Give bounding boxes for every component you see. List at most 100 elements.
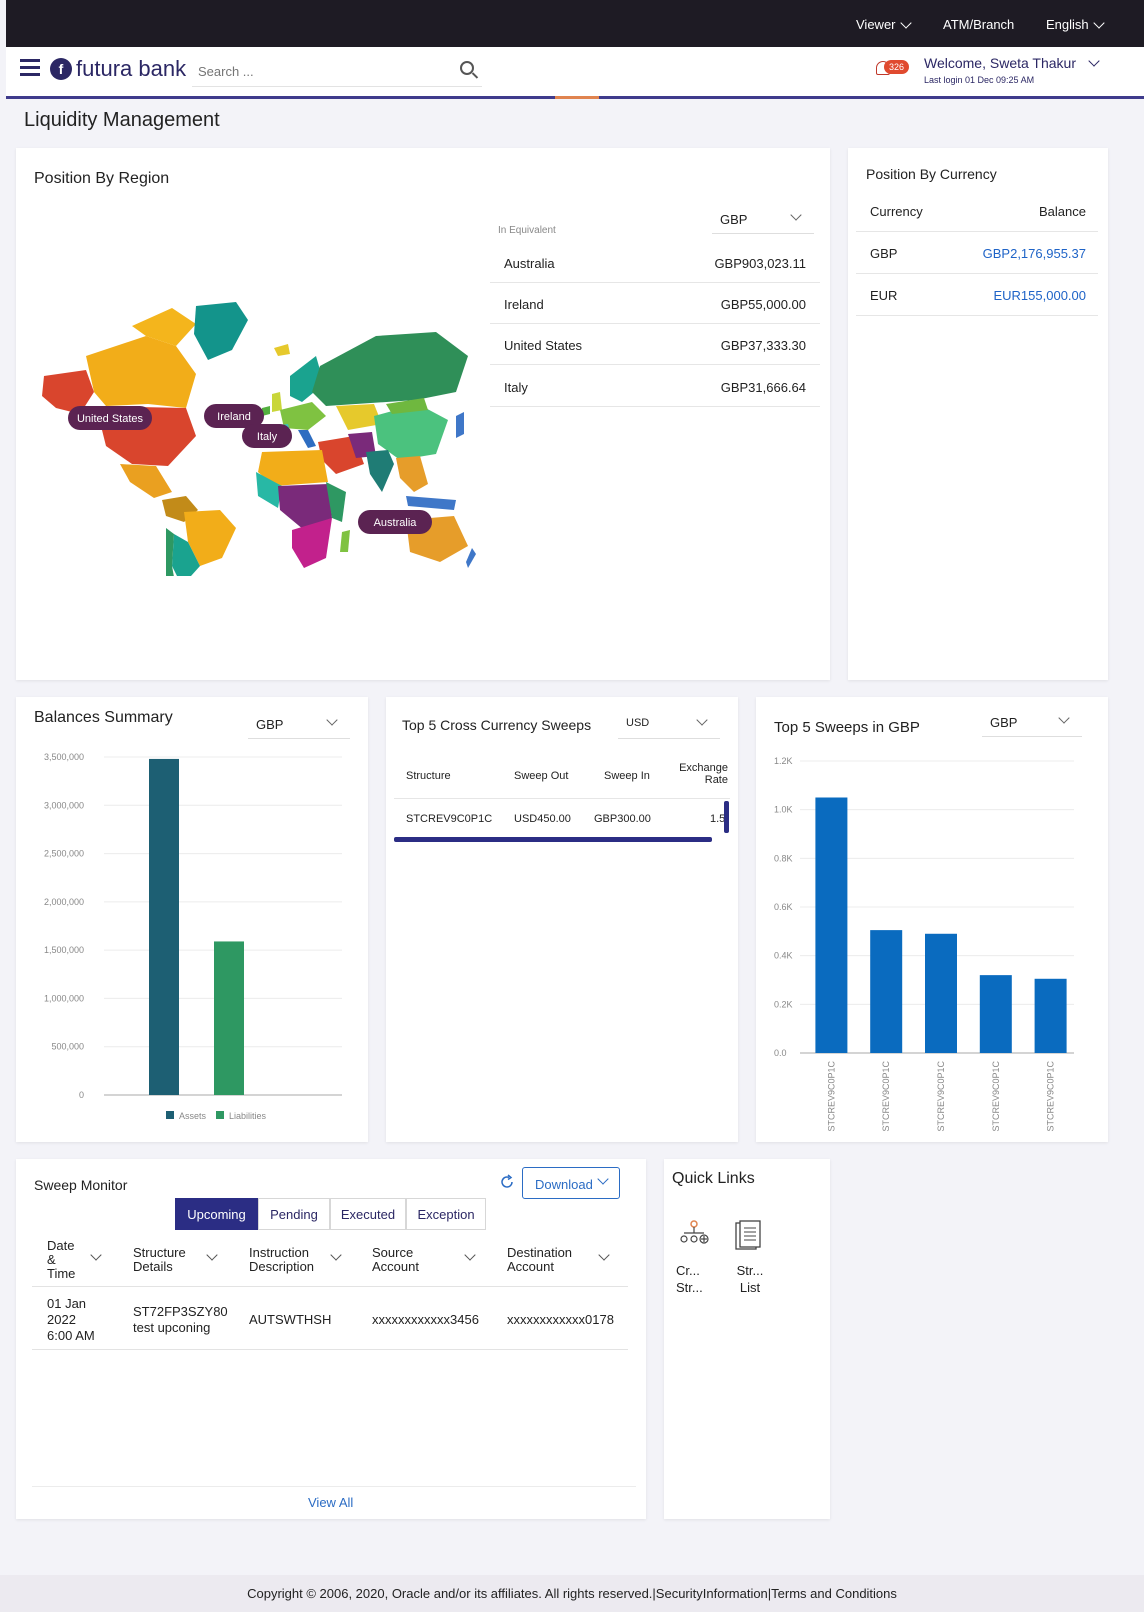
search-icon[interactable] xyxy=(460,61,474,75)
y-tick-label: 0 xyxy=(79,1090,84,1100)
world-map[interactable]: United States Ireland Italy Australia xyxy=(36,296,476,576)
currency-balance-link[interactable]: EUR155,000.00 xyxy=(993,288,1086,303)
quick-links-card: Quick Links Cr... Str... Str... List xyxy=(664,1159,830,1519)
y-tick-label: 0.8K xyxy=(774,853,793,863)
map-region-greenland xyxy=(194,302,248,360)
svg-text:United States: United States xyxy=(77,413,144,425)
bar-liabilities xyxy=(214,941,244,1095)
region-name: Australia xyxy=(504,256,555,271)
tab-pending[interactable]: Pending xyxy=(258,1198,330,1230)
map-region-canada xyxy=(86,336,196,408)
region-name: Ireland xyxy=(504,297,544,312)
map-label-united-states[interactable]: United States xyxy=(68,406,152,430)
map-region-italy xyxy=(298,430,316,448)
chevron-down-icon[interactable] xyxy=(1088,55,1100,67)
language-menu[interactable]: English xyxy=(1046,16,1105,32)
balances-summary-card: Balances Summary GBP 0 500,000 1,000,000 1,… xyxy=(16,697,368,1142)
map-region-japan xyxy=(456,412,464,438)
quick-link-label: Cr... Str... xyxy=(676,1263,703,1295)
y-tick-label: 0.2K xyxy=(774,999,793,1009)
atm-branch-link[interactable]: ATM/Branch xyxy=(943,17,1014,32)
viewer-menu[interactable]: Viewer xyxy=(856,16,912,32)
region-amount: GBP903,023.11 xyxy=(714,256,806,271)
region-name: United States xyxy=(504,338,583,353)
vertical-scrollbar[interactable] xyxy=(724,801,729,833)
map-region-southern-africa xyxy=(292,518,332,568)
y-tick-label: 3,500,000 xyxy=(44,752,84,762)
y-tick-label: 2,500,000 xyxy=(44,849,84,859)
structure-id: STCREV9C0P1C xyxy=(406,813,493,825)
quick-link-create-structure[interactable]: Cr... Str... xyxy=(676,1219,726,1299)
balances-bar-chart: 0 500,000 1,000,000 1,500,000 2,000,000 2,500… xyxy=(44,752,342,1121)
card-title: Sweep Monitor xyxy=(34,1177,128,1193)
download-button[interactable]: Download xyxy=(522,1167,620,1199)
chevron-down-icon xyxy=(899,16,912,29)
col-sweep-out: Sweep Out xyxy=(514,770,569,782)
balances-currency-select[interactable]: GBP xyxy=(248,711,350,739)
y-tick-label: 0.4K xyxy=(774,951,793,961)
bar xyxy=(1034,978,1067,1053)
region-row: Australia GBP903,023.11 xyxy=(490,242,820,283)
map-region-india xyxy=(366,450,394,492)
y-tick-label: 1,000,000 xyxy=(44,993,84,1003)
col-balance: Balance xyxy=(1039,204,1086,219)
col-currency: Currency xyxy=(870,204,923,219)
x-tick-label: STCREV9C0P1C xyxy=(1046,1061,1056,1132)
app-header: f futura bank 326 Welcome, Sweta Thakur … xyxy=(6,47,1144,99)
table-divider xyxy=(32,1286,628,1287)
map-label-australia[interactable]: Australia xyxy=(358,510,432,534)
y-tick-label: 0.0 xyxy=(774,1048,787,1058)
cross-currency-select[interactable]: USD xyxy=(618,711,720,739)
quick-link-structure-list[interactable]: Str... List xyxy=(732,1219,782,1299)
bank-logo[interactable]: f futura bank xyxy=(50,56,186,82)
position-by-currency-card: Position By Currency Currency Balance GB… xyxy=(848,148,1108,680)
welcome-user[interactable]: Welcome, Sweta Thakur xyxy=(924,55,1076,71)
cross-currency-header-row: Structure Sweep Out Sweep In Exchange Ra… xyxy=(394,753,730,799)
x-tick-label: STCREV9C0P1C xyxy=(881,1061,891,1132)
tab-executed[interactable]: Executed xyxy=(330,1198,406,1230)
col-instruction-description[interactable]: Instruction Description xyxy=(249,1246,329,1274)
bar xyxy=(979,975,1012,1053)
region-currency-select[interactable]: GBP xyxy=(712,206,814,234)
region-name: Italy xyxy=(504,380,528,395)
search-box xyxy=(192,59,482,87)
legend-label: Liabilities xyxy=(229,1111,267,1121)
sweep-structure-link[interactable]: ST72FP3SZY80 test upconing xyxy=(133,1304,233,1336)
region-row: Ireland GBP55,000.00 xyxy=(490,283,820,324)
map-label-italy[interactable]: Italy xyxy=(242,424,292,448)
last-login: Last login 01 Dec 09:25 AM xyxy=(924,75,1035,85)
x-tick-label: STCREV9C0P1C xyxy=(826,1061,836,1132)
tab-upcoming[interactable]: Upcoming xyxy=(175,1198,258,1230)
selected-currency: GBP xyxy=(990,715,1018,730)
y-tick-label: 2,000,000 xyxy=(44,897,84,907)
col-structure-details[interactable]: Structure Details xyxy=(133,1246,193,1274)
sweeps-currency-select[interactable]: GBP xyxy=(982,709,1082,737)
y-tick-label: 0.6K xyxy=(774,902,793,912)
map-region-iceland xyxy=(274,344,290,356)
map-region-new-zealand xyxy=(466,548,476,568)
card-title: Top 5 Cross Currency Sweeps xyxy=(402,717,592,733)
col-destination-account[interactable]: Destination Account xyxy=(507,1246,587,1274)
y-tick-label: 3,000,000 xyxy=(44,800,84,810)
y-tick-label: 500,000 xyxy=(51,1042,84,1052)
cross-currency-row: STCREV9C0P1C USD450.00 GBP300.00 1.5 xyxy=(394,799,730,837)
hamburger-menu-icon[interactable] xyxy=(20,59,40,76)
col-date-time[interactable]: Date & Time xyxy=(47,1239,77,1281)
col-exchange-rate: Exchange Rate xyxy=(679,762,728,786)
col-source-account[interactable]: Source Account xyxy=(372,1246,432,1274)
refresh-icon[interactable] xyxy=(498,1173,516,1191)
card-divider xyxy=(32,1486,636,1487)
currency-balance-link[interactable]: GBP2,176,955.37 xyxy=(983,246,1086,261)
region-row: United States GBP37,333.30 xyxy=(490,324,820,365)
svg-text:Italy: Italy xyxy=(257,431,278,443)
card-title: Top 5 Sweeps in GBP xyxy=(774,719,920,736)
search-input[interactable] xyxy=(192,59,442,83)
tab-exception[interactable]: Exception xyxy=(406,1198,486,1230)
view-all-link[interactable]: View All xyxy=(308,1495,353,1510)
top-bar: Viewer ATM/Branch English xyxy=(6,0,1144,47)
footer: Copyright © 2006, 2020, Oracle and/or it… xyxy=(0,1575,1144,1612)
notification-count-badge: 326 xyxy=(884,60,910,74)
atm-branch-label: ATM/Branch xyxy=(943,17,1015,32)
horizontal-scrollbar[interactable] xyxy=(394,837,712,842)
map-region-madagascar xyxy=(340,530,350,552)
